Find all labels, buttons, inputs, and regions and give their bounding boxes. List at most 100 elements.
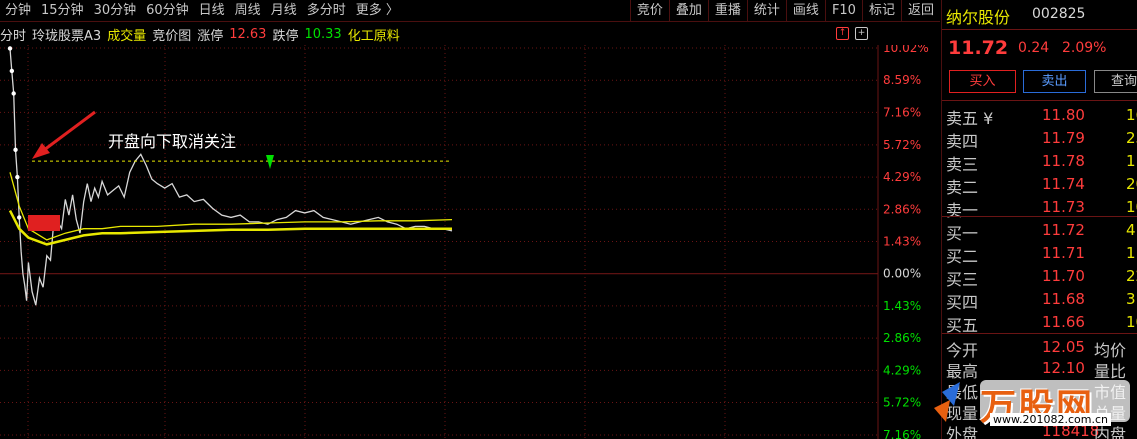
ask-label: 卖五 ¥ [946,109,994,128]
period-tabs: 分钟 15分钟 30分钟 60分钟 日线 周线 月线 多分时 更多 〉 [0,0,404,22]
replay-button[interactable]: 重播 [707,0,747,22]
chart-mode-label: 分时 [0,28,27,44]
intraday-chart[interactable]: 10.02% 8.59% 7.16% 5.72% 4.29% 2.86% 1.43% 0.00… [0,45,940,439]
divider [942,29,1137,30]
tab-30min[interactable]: 30分钟 [89,0,142,22]
f10-button[interactable]: F10 [824,0,862,22]
limit-up-label: 涨停 [197,28,224,44]
quote-change-pct: 2.09% [1062,40,1107,56]
ask-volume: 20 [1126,175,1137,193]
price-point [11,91,16,96]
tab-1min[interactable]: 分钟 [0,0,36,22]
ask-row[interactable]: 卖三 11.78 1 [942,150,1137,174]
tab-monthly[interactable]: 月线 [266,0,302,22]
tab-weekly[interactable]: 周线 [230,0,266,22]
top-toolbar: 分钟 15分钟 30分钟 60分钟 日线 周线 月线 多分时 更多 〉 竞价 叠… [0,0,940,22]
price-point [17,215,22,220]
ask-label: 卖一 [946,201,979,220]
bid-label: 买三 [946,270,979,289]
annotation-arrow-icon [39,110,96,155]
y-tick-label: 10.02% [883,45,929,55]
y-tick-label: 4.29% [883,170,921,184]
tab-15min[interactable]: 15分钟 [36,0,89,22]
limit-up-value: 12.63 [229,26,267,42]
bid-volume: 3 [1126,290,1136,308]
divider [942,100,1137,101]
ask-price: 11.78 [1042,152,1085,170]
tab-more[interactable]: 更多 〉 [351,0,404,22]
y-tick-label: 8.59% [883,73,921,87]
ask-volume: 1 [1126,152,1136,170]
ask-price: 11.79 [1042,129,1085,147]
chart-series [7,46,453,306]
bid-row[interactable]: 买一 11.72 4 [942,219,1137,243]
green-signal-icon [266,155,274,169]
y-tick-label: 7.16% [883,428,921,439]
bid-row[interactable]: 买五 11.66 10 [942,311,1137,335]
volume-label[interactable]: 成交量 [107,25,146,44]
quote-change: 0.24 [1018,40,1050,56]
auction-chart-label[interactable]: 竞价图 [152,25,191,44]
ask-volume: 16 [1126,106,1137,124]
ask-label: 卖四 [946,132,979,151]
bid-price: 11.71 [1042,244,1085,262]
back-button[interactable]: 返回 [900,0,940,22]
divider [942,333,1137,334]
bid-row[interactable]: 买三 11.70 22 [942,265,1137,289]
tab-multi-intraday[interactable]: 多分时 [302,0,351,22]
tab-daily[interactable]: 日线 [194,0,230,22]
chart-header: 分时 玲珑股票A3 成交量 竞价图 涨停 12.63 跌停 10.33 化工原料 [0,23,878,45]
bid-price: 11.70 [1042,267,1085,285]
query-button[interactable]: 查询 [1094,70,1137,93]
divider [942,216,1137,217]
bid-volume: 10 [1126,313,1137,331]
statistics-button[interactable]: 统计 [746,0,786,22]
chart-grid [0,45,879,439]
quote-price: 11.72 [948,37,1009,59]
tool-buttons: 竞价 叠加 重播 统计 画线 F10 标记 返回 [629,0,940,22]
watermark-url: www.201082.com.cn [990,413,1111,426]
buy-button[interactable]: 买入 [949,70,1016,93]
up-arrow-icon[interactable]: ↑ [836,27,849,40]
auction-button[interactable]: 竞价 [629,0,669,22]
y-tick-label: 1.43% [883,235,921,249]
ask-row[interactable]: 卖四 11.79 23 [942,127,1137,151]
sector-label[interactable]: 化工原料 [348,25,400,44]
y-tick-label: 1.43% [883,299,921,313]
y-tick-label: 2.86% [883,331,921,345]
chart-annotations: 开盘向下取消关注 [28,110,452,231]
bid-row[interactable]: 买四 11.68 3 [942,288,1137,312]
annotation-arrow-head-icon [32,143,50,159]
stock-name-label: 玲珑股票A3 [32,28,102,44]
tab-60min[interactable]: 60分钟 [141,0,194,22]
y-tick-label: 0.00% [883,267,921,281]
ask-row[interactable]: 卖二 11.74 20 [942,173,1137,197]
ask-row[interactable]: 卖五 ¥ 11.80 16 [942,104,1137,128]
stat-value: 12.05 [1042,338,1085,356]
mark-button[interactable]: 标记 [861,0,901,22]
ask-volume: 10 [1126,198,1137,216]
limit-down-value: 10.33 [304,26,342,42]
bid-volume: 11 [1126,244,1137,262]
price-point [13,147,18,153]
bid-row[interactable]: 买二 11.71 11 [942,242,1137,266]
bid-price: 11.66 [1042,313,1085,331]
limit-tag-badge [28,215,60,231]
y-tick-label: 4.29% [883,363,921,377]
draw-line-button[interactable]: 画线 [785,0,825,22]
annotation-text: 开盘向下取消关注 [108,132,236,151]
ask-label: 卖三 [946,155,979,174]
price-point [9,68,15,74]
plus-icon[interactable]: + [855,27,868,40]
overlay-button[interactable]: 叠加 [668,0,708,22]
sell-button[interactable]: 卖出 [1023,70,1086,93]
ask-price: 11.73 [1042,198,1085,216]
bid-label: 买二 [946,247,979,266]
ask-volume: 23 [1126,129,1137,147]
bid-volume: 4 [1126,221,1136,239]
price-point [7,46,13,51]
ask-price: 11.80 [1042,106,1085,124]
bid-label: 买四 [946,293,979,312]
y-tick-label: 5.72% [883,396,921,410]
y-tick-label: 5.72% [883,138,921,152]
